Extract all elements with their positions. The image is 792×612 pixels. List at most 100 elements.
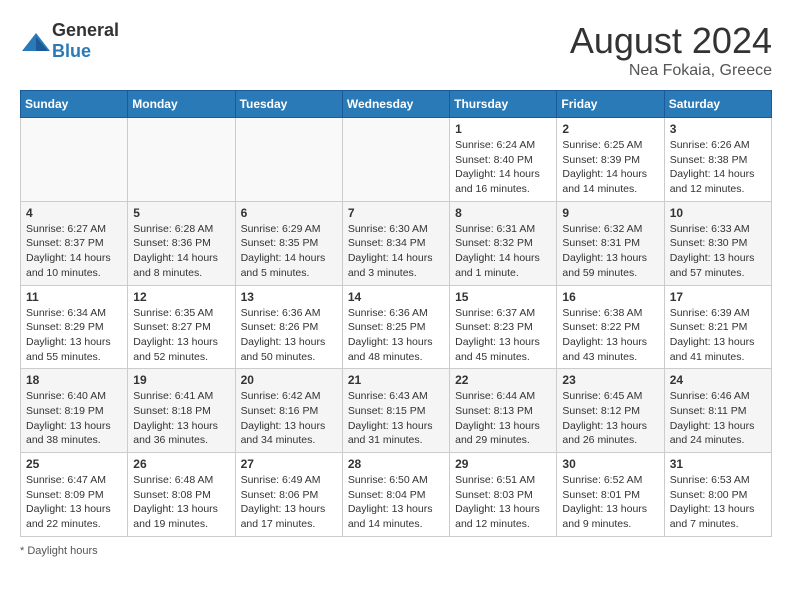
calendar-cell: 20Sunrise: 6:42 AM Sunset: 8:16 PM Dayli…	[235, 369, 342, 453]
calendar-cell: 30Sunrise: 6:52 AM Sunset: 8:01 PM Dayli…	[557, 453, 664, 537]
calendar-week-row: 4Sunrise: 6:27 AM Sunset: 8:37 PM Daylig…	[21, 201, 772, 285]
day-number: 3	[670, 122, 766, 136]
day-number: 11	[26, 290, 122, 304]
calendar-cell: 6 Sunrise: 6:29 AM Sunset: 8:35 PM Daylig…	[235, 201, 342, 285]
day-number: 15	[455, 290, 551, 304]
calendar-cell: 2 Sunrise: 6:25 AM Sunset: 8:39 PM Daylig…	[557, 118, 664, 202]
day-number: 28	[348, 457, 444, 471]
day-info: Sunrise: 6:35 AM Sunset: 8:27 PM Dayligh…	[133, 306, 229, 365]
calendar-header-row: SundayMondayTuesdayWednesdayThursdayFrid…	[21, 91, 772, 118]
day-info: Sunrise: 6:37 AM Sunset: 8:23 PM Dayligh…	[455, 306, 551, 365]
day-info: Sunrise: 6:31 AM Sunset: 8:32 PM Dayligh…	[455, 222, 551, 281]
day-info: Sunrise: 6:32 AM Sunset: 8:31 PM Dayligh…	[562, 222, 658, 281]
day-info: Sunrise: 6:42 AM Sunset: 8:16 PM Dayligh…	[241, 389, 337, 448]
calendar-day-header: Saturday	[664, 91, 771, 118]
calendar-cell: 4Sunrise: 6:27 AM Sunset: 8:37 PM Daylig…	[21, 201, 128, 285]
calendar-cell: 29Sunrise: 6:51 AM Sunset: 8:03 PM Dayli…	[450, 453, 557, 537]
logo-general: General	[52, 20, 119, 40]
day-number: 12	[133, 290, 229, 304]
day-info: Sunrise: 6:28 AM Sunset: 8:36 PM Dayligh…	[133, 222, 229, 281]
calendar-week-row: 25 Sunrise: 6:47 AM Sunset: 8:09 PM Dayli…	[21, 453, 772, 537]
calendar-cell: 15 Sunrise: 6:37 AM Sunset: 8:23 PM Dayli…	[450, 285, 557, 369]
calendar-cell: 5 Sunrise: 6:28 AM Sunset: 8:36 PM Daylig…	[128, 201, 235, 285]
day-info: Sunrise: 6:45 AM Sunset: 8:12 PM Dayligh…	[562, 389, 658, 448]
calendar: SundayMondayTuesdayWednesdayThursdayFrid…	[20, 90, 772, 537]
calendar-cell: 7Sunrise: 6:30 AM Sunset: 8:34 PM Daylig…	[342, 201, 449, 285]
day-number: 26	[133, 457, 229, 471]
day-info: Sunrise: 6:43 AM Sunset: 8:15 PM Dayligh…	[348, 389, 444, 448]
calendar-cell: 9 Sunrise: 6:32 AM Sunset: 8:31 PM Daylig…	[557, 201, 664, 285]
day-number: 18	[26, 373, 122, 387]
day-info: Sunrise: 6:44 AM Sunset: 8:13 PM Dayligh…	[455, 389, 551, 448]
day-number: 8	[455, 206, 551, 220]
day-number: 25	[26, 457, 122, 471]
day-info: Sunrise: 6:36 AM Sunset: 8:25 PM Dayligh…	[348, 306, 444, 365]
day-number: 2	[562, 122, 658, 136]
day-info: Sunrise: 6:40 AM Sunset: 8:19 PM Dayligh…	[26, 389, 122, 448]
page-header: General Blue August 2024 Nea Fokaia, Gre…	[20, 20, 772, 80]
day-info: Sunrise: 6:41 AM Sunset: 8:18 PM Dayligh…	[133, 389, 229, 448]
logo-blue: Blue	[52, 41, 91, 61]
day-number: 9	[562, 206, 658, 220]
calendar-cell: 26Sunrise: 6:48 AM Sunset: 8:08 PM Dayli…	[128, 453, 235, 537]
day-info: Sunrise: 6:30 AM Sunset: 8:34 PM Dayligh…	[348, 222, 444, 281]
day-number: 22	[455, 373, 551, 387]
day-info: Sunrise: 6:38 AM Sunset: 8:22 PM Dayligh…	[562, 306, 658, 365]
calendar-week-row: 18 Sunrise: 6:40 AM Sunset: 8:19 PM Dayli…	[21, 369, 772, 453]
footer-note: * Daylight hours	[20, 545, 772, 557]
calendar-cell: 1 Sunrise: 6:24 AM Sunset: 8:40 PM Daylig…	[450, 118, 557, 202]
day-info: Sunrise: 6:53 AM Sunset: 8:00 PM Dayligh…	[670, 473, 766, 532]
logo: General Blue	[20, 20, 119, 62]
day-number: 17	[670, 290, 766, 304]
day-number: 29	[455, 457, 551, 471]
calendar-cell: 3 Sunrise: 6:26 AM Sunset: 8:38 PM Daylig…	[664, 118, 771, 202]
calendar-cell: 25 Sunrise: 6:47 AM Sunset: 8:09 PM Dayli…	[21, 453, 128, 537]
logo-text: General Blue	[52, 20, 119, 62]
day-info: Sunrise: 6:26 AM Sunset: 8:38 PM Dayligh…	[670, 138, 766, 197]
calendar-cell: 8 Sunrise: 6:31 AM Sunset: 8:32 PM Daylig…	[450, 201, 557, 285]
calendar-day-header: Thursday	[450, 91, 557, 118]
calendar-cell	[21, 118, 128, 202]
calendar-cell: 16 Sunrise: 6:38 AM Sunset: 8:22 PM Dayli…	[557, 285, 664, 369]
calendar-cell: 13 Sunrise: 6:36 AM Sunset: 8:26 PM Dayli…	[235, 285, 342, 369]
calendar-cell: 28 Sunrise: 6:50 AM Sunset: 8:04 PM Dayli…	[342, 453, 449, 537]
logo-icon	[20, 31, 48, 51]
calendar-day-header: Wednesday	[342, 91, 449, 118]
calendar-cell: 22 Sunrise: 6:44 AM Sunset: 8:13 PM Dayli…	[450, 369, 557, 453]
day-number: 6	[241, 206, 337, 220]
day-info: Sunrise: 6:34 AM Sunset: 8:29 PM Dayligh…	[26, 306, 122, 365]
calendar-cell: 27Sunrise: 6:49 AM Sunset: 8:06 PM Dayli…	[235, 453, 342, 537]
day-number: 13	[241, 290, 337, 304]
calendar-cell: 31 Sunrise: 6:53 AM Sunset: 8:00 PM Dayli…	[664, 453, 771, 537]
day-info: Sunrise: 6:24 AM Sunset: 8:40 PM Dayligh…	[455, 138, 551, 197]
calendar-cell: 11 Sunrise: 6:34 AM Sunset: 8:29 PM Dayli…	[21, 285, 128, 369]
day-number: 31	[670, 457, 766, 471]
day-info: Sunrise: 6:33 AM Sunset: 8:30 PM Dayligh…	[670, 222, 766, 281]
calendar-cell: 21Sunrise: 6:43 AM Sunset: 8:15 PM Dayli…	[342, 369, 449, 453]
title-block: August 2024 Nea Fokaia, Greece	[570, 20, 772, 80]
day-number: 10	[670, 206, 766, 220]
day-number: 1	[455, 122, 551, 136]
calendar-day-header: Monday	[128, 91, 235, 118]
calendar-cell: 23Sunrise: 6:45 AM Sunset: 8:12 PM Dayli…	[557, 369, 664, 453]
day-number: 30	[562, 457, 658, 471]
day-info: Sunrise: 6:25 AM Sunset: 8:39 PM Dayligh…	[562, 138, 658, 197]
calendar-cell	[342, 118, 449, 202]
calendar-cell: 24Sunrise: 6:46 AM Sunset: 8:11 PM Dayli…	[664, 369, 771, 453]
calendar-cell: 10 Sunrise: 6:33 AM Sunset: 8:30 PM Dayli…	[664, 201, 771, 285]
day-info: Sunrise: 6:29 AM Sunset: 8:35 PM Dayligh…	[241, 222, 337, 281]
calendar-cell: 17 Sunrise: 6:39 AM Sunset: 8:21 PM Dayli…	[664, 285, 771, 369]
day-info: Sunrise: 6:47 AM Sunset: 8:09 PM Dayligh…	[26, 473, 122, 532]
calendar-day-header: Tuesday	[235, 91, 342, 118]
calendar-cell: 18 Sunrise: 6:40 AM Sunset: 8:19 PM Dayli…	[21, 369, 128, 453]
day-info: Sunrise: 6:50 AM Sunset: 8:04 PM Dayligh…	[348, 473, 444, 532]
day-number: 19	[133, 373, 229, 387]
day-number: 27	[241, 457, 337, 471]
calendar-cell	[128, 118, 235, 202]
month-title: August 2024	[570, 20, 772, 62]
day-info: Sunrise: 6:39 AM Sunset: 8:21 PM Dayligh…	[670, 306, 766, 365]
calendar-cell: 12 Sunrise: 6:35 AM Sunset: 8:27 PM Dayli…	[128, 285, 235, 369]
day-info: Sunrise: 6:36 AM Sunset: 8:26 PM Dayligh…	[241, 306, 337, 365]
day-number: 16	[562, 290, 658, 304]
day-number: 5	[133, 206, 229, 220]
